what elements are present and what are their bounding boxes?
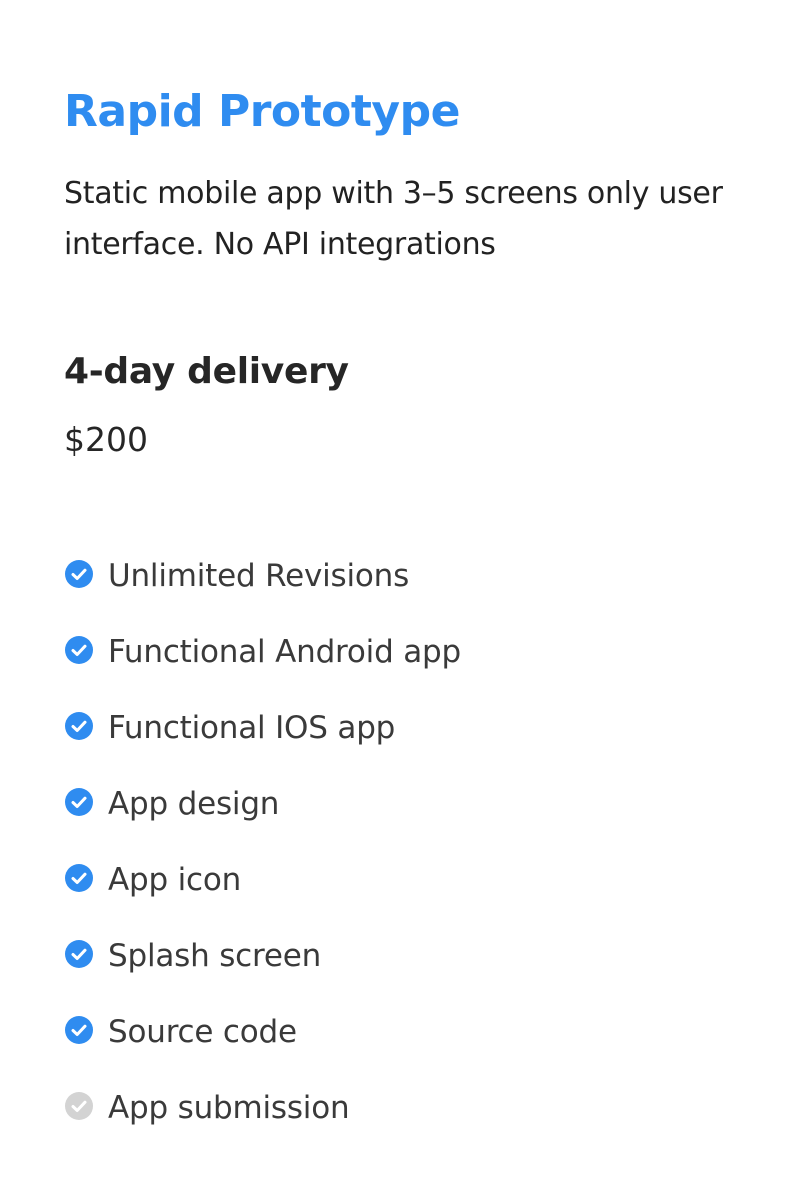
pricing-card: Rapid Prototype Static mobile app with 3… [0,0,800,1190]
check-circle-icon [64,787,94,817]
check-circle-icon [64,1091,94,1121]
check-circle-icon [64,711,94,741]
feature-item: Source code [64,994,736,1070]
check-circle-icon [64,863,94,893]
feature-label: Splash screen [108,938,322,974]
feature-item: Splash screen [64,918,736,994]
feature-label: App submission [108,1090,350,1126]
feature-item: App design [64,766,736,842]
delivery-time: 4-day delivery [64,351,349,392]
feature-label: Functional IOS app [108,710,396,746]
check-circle-icon [64,939,94,969]
feature-item: App submission [64,1070,736,1146]
feature-item: Unlimited Revisions [64,538,736,614]
feature-label: Source code [108,1014,297,1050]
check-circle-icon [64,1015,94,1045]
check-circle-icon [64,559,94,589]
feature-item: App icon [64,842,736,918]
check-circle-icon [64,635,94,665]
feature-item: Functional IOS app [64,690,736,766]
feature-label: App design [108,786,280,822]
plan-title: Rapid Prototype [64,86,460,137]
plan-price: $200 [64,420,148,459]
plan-description: Static mobile app with 3–5 screens only … [64,176,723,262]
feature-list: Unlimited Revisions Functional Android a… [64,538,736,1146]
feature-item: Functional Android app [64,614,736,690]
feature-label: Unlimited Revisions [108,558,410,594]
feature-label: Functional Android app [108,634,461,670]
feature-label: App icon [108,862,242,898]
